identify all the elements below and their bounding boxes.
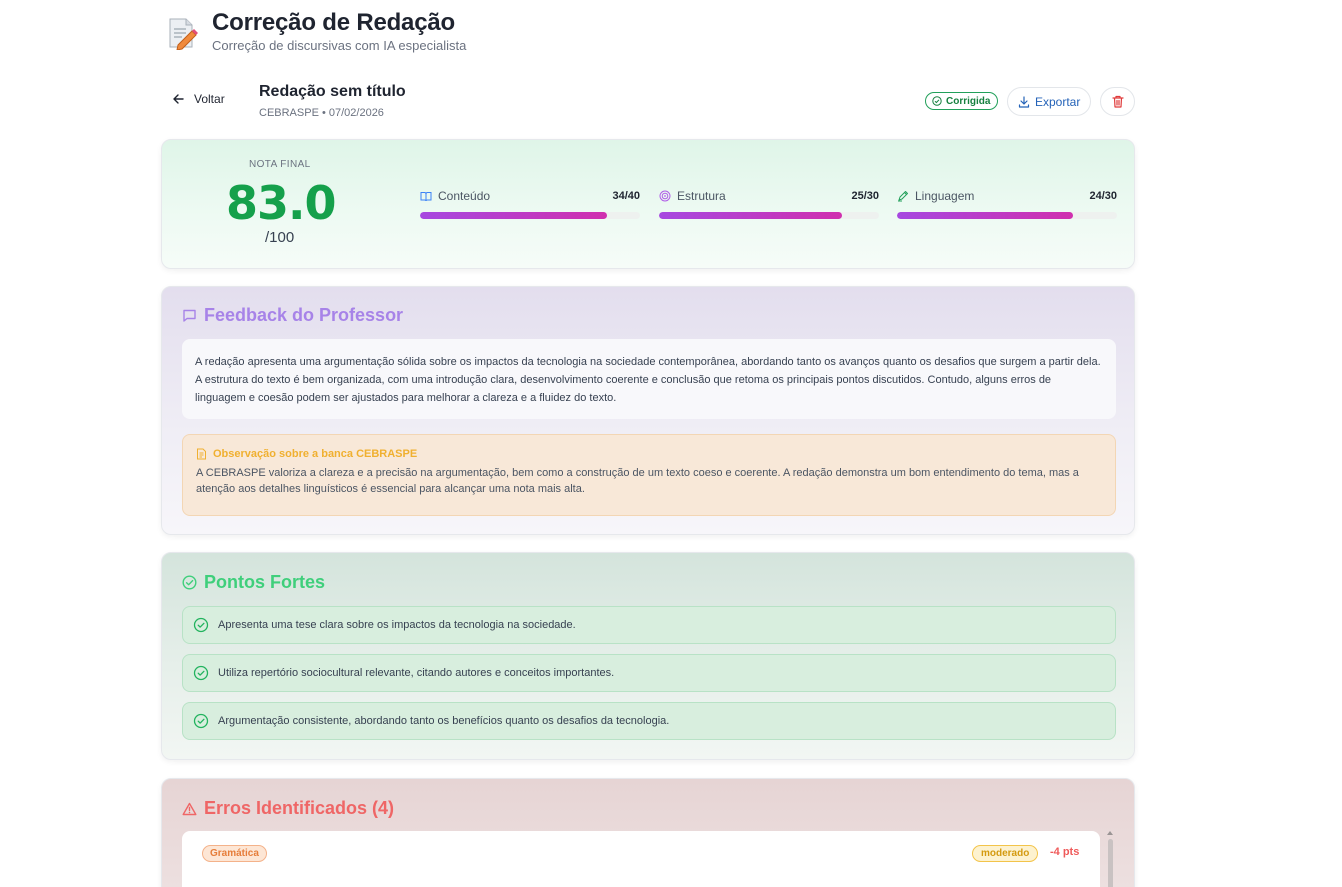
- document-pencil-icon: [169, 18, 198, 50]
- scrollbar[interactable]: [1106, 831, 1114, 887]
- metric-estrutura: Estrutura 25/30: [659, 189, 879, 219]
- metric-name: Conteúdo: [438, 189, 491, 203]
- metric-conteudo: Conteúdo 34/40: [420, 189, 640, 219]
- progress-fill: [420, 212, 607, 219]
- final-score: 83.0: [226, 176, 336, 230]
- app-header: Correção de Redação Correção de discursi…: [166, 8, 466, 53]
- check-circle-icon: [193, 713, 209, 729]
- metric-score: 24/30: [1089, 190, 1117, 202]
- delete-button[interactable]: [1100, 87, 1135, 116]
- feedback-title: Feedback do Professor: [182, 305, 403, 326]
- check-circle-icon: [932, 96, 942, 106]
- scrollbar-thumb[interactable]: [1108, 839, 1113, 887]
- strength-item: Apresenta uma tese clara sobre os impact…: [182, 606, 1116, 644]
- export-button[interactable]: Exportar: [1007, 87, 1092, 116]
- check-circle-icon: [182, 575, 197, 590]
- score-max: /100: [265, 229, 295, 246]
- app-subtitle: Correção de discursivas com IA especiali…: [212, 38, 467, 53]
- feedback-card: Feedback do Professor A redação apresent…: [161, 286, 1135, 535]
- back-button[interactable]: Voltar: [172, 92, 225, 106]
- error-item: Gramática moderado -4 pts: [182, 831, 1100, 887]
- metric-score: 25/30: [851, 190, 879, 202]
- back-label: Voltar: [194, 92, 225, 106]
- error-severity-tag: moderado: [972, 845, 1039, 862]
- status-label: Corrigida: [946, 95, 991, 107]
- target-icon: [659, 190, 671, 202]
- document-icon: [197, 448, 206, 460]
- strength-text: Utiliza repertório sociocultural relevan…: [218, 667, 615, 679]
- strength-text: Apresenta uma tese clara sobre os impact…: [218, 619, 576, 631]
- error-points: -4 pts: [1050, 846, 1080, 858]
- download-icon: [1018, 95, 1030, 108]
- metric-name: Linguagem: [915, 189, 975, 203]
- progress-bar: [897, 212, 1117, 219]
- score-card: NOTA FINAL 83.0 /100 Conteúdo 34/40 Estr…: [161, 139, 1135, 269]
- metric-linguagem: Linguagem 24/30: [897, 189, 1117, 219]
- strength-item: Argumentação consistente, abordando tant…: [182, 702, 1116, 740]
- error-category-tag: Gramática: [202, 845, 267, 862]
- strengths-card: Pontos Fortes Apresenta uma tese clara s…: [161, 552, 1135, 760]
- strength-item: Utiliza repertório sociocultural relevan…: [182, 654, 1116, 692]
- pen-icon: [898, 191, 908, 202]
- strengths-title-text: Pontos Fortes: [204, 572, 326, 592]
- essay-meta: CEBRASPE • 07/02/2026: [259, 107, 384, 119]
- check-circle-icon: [193, 617, 209, 633]
- note-title-text: Observação sobre a banca CEBRASPE: [213, 448, 418, 460]
- progress-bar: [420, 212, 640, 219]
- metric-score: 34/40: [612, 190, 640, 202]
- note-title: Observação sobre a banca CEBRASPE: [196, 448, 1102, 460]
- metric-name: Estrutura: [677, 189, 726, 203]
- errors-card: Erros Identificados (4) Gramática modera…: [161, 778, 1135, 887]
- note-text: A CEBRASPE valoriza a clareza e a precis…: [196, 467, 1079, 495]
- status-badge: Corrigida: [925, 92, 999, 110]
- export-label: Exportar: [1035, 94, 1081, 109]
- score-label: NOTA FINAL: [249, 159, 311, 170]
- strength-text: Argumentação consistente, abordando tant…: [218, 715, 670, 727]
- warning-icon: [182, 802, 197, 815]
- app-title: Correção de Redação: [212, 9, 455, 36]
- progress-bar: [659, 212, 879, 219]
- arrow-left-icon: [173, 94, 184, 104]
- feedback-title-text: Feedback do Professor: [204, 305, 404, 325]
- trash-icon: [1111, 95, 1124, 108]
- banca-note: Observação sobre a banca CEBRASPE A CEBR…: [182, 434, 1116, 516]
- errors-title: Erros Identificados (4): [182, 798, 394, 819]
- progress-fill: [659, 212, 843, 219]
- essay-toolbar: Voltar Redação sem título CEBRASPE • 07/…: [162, 78, 1135, 124]
- book-icon: [420, 191, 432, 201]
- scroll-up-icon[interactable]: [1107, 831, 1113, 835]
- essay-title: Redação sem título: [259, 83, 406, 100]
- errors-title-text: Erros Identificados (4): [204, 798, 395, 818]
- strengths-title: Pontos Fortes: [182, 572, 325, 593]
- message-icon: [183, 309, 196, 322]
- progress-fill: [897, 212, 1073, 219]
- check-circle-icon: [193, 665, 209, 681]
- feedback-text: A redação apresenta uma argumentação sól…: [182, 339, 1116, 419]
